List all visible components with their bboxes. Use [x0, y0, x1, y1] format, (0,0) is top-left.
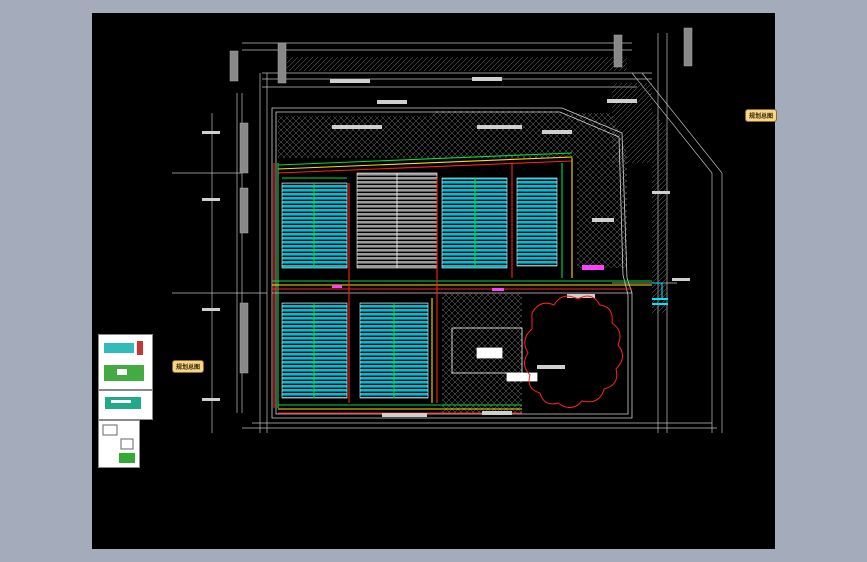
- thumbnail-sheet-3-preview: [102, 424, 135, 463]
- thumbnail-sheet-3[interactable]: [98, 420, 140, 468]
- thumbnail-sheet-2-preview: [105, 397, 141, 409]
- revision-cloud[interactable]: [524, 295, 623, 408]
- drawing-canvas[interactable]: [92, 13, 775, 549]
- solar-array-upper-right: [441, 177, 558, 269]
- solar-array-lower-left: [281, 302, 348, 399]
- sheet-thumbnails[interactable]: [98, 334, 153, 468]
- site-plan-drawing[interactable]: [92, 13, 775, 549]
- thumbnail-sheet-1-preview: [104, 341, 144, 381]
- solar-array-lower-middle: [359, 302, 429, 399]
- drawing-name-tag-right[interactable]: 规划总图: [745, 109, 778, 122]
- magenta-markers: [332, 265, 604, 291]
- drawing-name-tag-left[interactable]: 规划总图: [172, 360, 205, 373]
- solar-array-upper-left: [281, 177, 348, 269]
- grey-array-upper-middle: [356, 172, 438, 269]
- thumbnail-sheet-1[interactable]: [98, 334, 153, 390]
- thumbnail-sheet-2[interactable]: [98, 390, 153, 420]
